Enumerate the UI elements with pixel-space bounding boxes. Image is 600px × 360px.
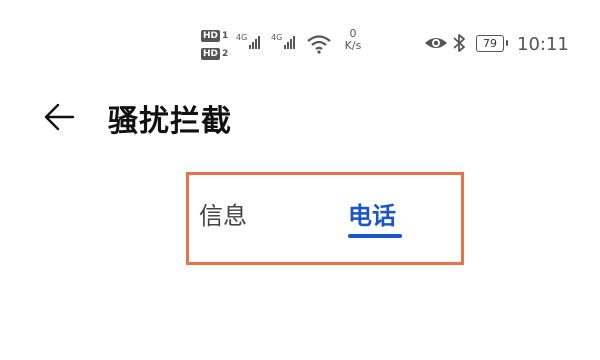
wifi-icon (307, 35, 331, 54)
eye-icon (425, 38, 447, 48)
clock-time: 10:11 (517, 34, 569, 55)
hd-indicator-2: HD 2 (201, 46, 231, 61)
tab-messages[interactable]: 信息 (199, 196, 247, 231)
network-type-label: 4G (236, 33, 248, 42)
network-type-label: 4G (271, 33, 283, 42)
battery-icon: 79 (476, 35, 510, 52)
arrow-left-icon[interactable] (42, 100, 76, 134)
hd-indicator-1: HD 1 (201, 28, 231, 43)
bluetooth-icon (453, 34, 465, 52)
page-title: 骚扰拦截 (108, 104, 232, 139)
hd-sim-number: 2 (222, 48, 229, 59)
battery-tip (506, 40, 508, 46)
status-bar: HD 1 HD 2 4G 4G 0 K/s 79 10:11 (0, 24, 600, 64)
sim1-signal: 4G (236, 33, 261, 49)
data-speed: 0 K/s (340, 28, 366, 52)
data-speed-unit: K/s (344, 39, 362, 52)
hd-indicators: HD 1 HD 2 (201, 28, 231, 62)
signal-icon (249, 33, 261, 49)
hd-sim-number: 1 (222, 30, 229, 41)
signal-icon (284, 33, 296, 49)
hd-label: HD (201, 47, 221, 60)
battery-level: 79 (476, 35, 504, 52)
tab-selected-indicator (348, 234, 402, 238)
tab-calls[interactable]: 电话 (348, 196, 396, 231)
hd-label: HD (201, 29, 221, 42)
sim2-signal: 4G (271, 33, 296, 49)
